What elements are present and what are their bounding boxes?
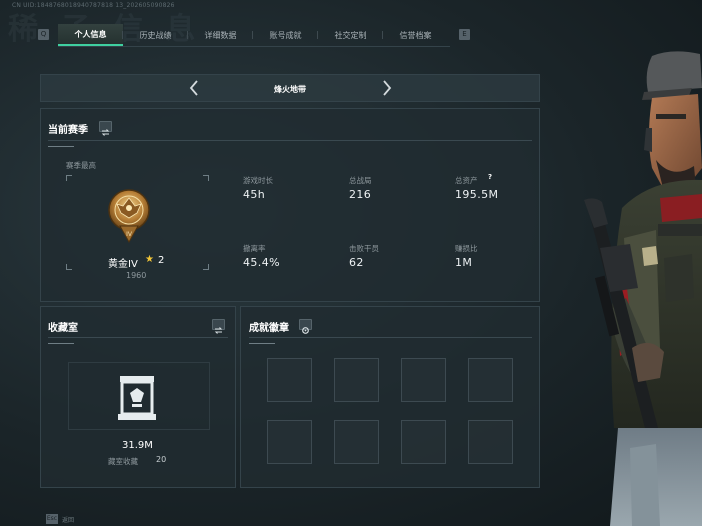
badge-slot[interactable] — [468, 420, 513, 464]
tab-account-achievements[interactable]: 账号成就 — [253, 24, 318, 46]
achievements-divider — [249, 337, 532, 338]
escape-key-hint[interactable]: Esc — [46, 514, 58, 524]
display-case-icon[interactable] — [116, 374, 158, 424]
season-title-divider — [48, 140, 532, 141]
rank-score: 1960 — [126, 271, 147, 280]
swap-icon[interactable] — [99, 121, 112, 136]
gold-rank-emblem-icon: IV — [106, 186, 152, 248]
stat-label-operators-defeated: 击败干员 — [349, 244, 379, 253]
back-label[interactable]: 返回 — [62, 515, 74, 524]
map-selector: 烽火地带 — [40, 74, 540, 102]
collection-divider — [48, 337, 228, 338]
collection-count: 20 — [156, 455, 167, 464]
next-tab-key-hint[interactable]: E — [459, 29, 470, 40]
accent-line — [48, 146, 74, 147]
stat-label-play-time: 游戏时长 — [243, 176, 273, 185]
stat-value-play-time: 45h — [243, 188, 266, 201]
tab-underline — [58, 46, 450, 47]
tab-detailed-data[interactable]: 详细数据 — [188, 24, 253, 46]
badge-slot[interactable] — [468, 358, 513, 402]
badge-slot[interactable] — [401, 420, 446, 464]
prev-tab-key-hint[interactable]: Q — [38, 29, 49, 40]
tab-bar: 个人信息 历史战绩 详细数据 账号成就 社交定制 信誉档案 — [58, 24, 448, 46]
gear-icon[interactable] — [299, 319, 312, 334]
badge-slot[interactable] — [334, 358, 379, 402]
season-title: 当前赛季 — [48, 125, 88, 136]
stat-label-total-assets: 总资产 — [455, 176, 478, 185]
stat-value-extraction-rate: 45.4% — [243, 256, 280, 269]
badge-slot[interactable] — [267, 358, 312, 402]
swap-icon[interactable] — [212, 319, 225, 334]
collection-title: 收藏室 — [48, 323, 78, 334]
tab-social-custom[interactable]: 社交定制 — [318, 24, 383, 46]
stat-label-extraction-rate: 撤离率 — [243, 244, 266, 253]
stat-label-total-matches: 总战局 — [349, 176, 372, 185]
rank-name: 黄金IV — [108, 259, 138, 270]
collection-count-label: 藏室收藏 — [108, 457, 138, 466]
stat-label-profit-loss-ratio: 赚损比 — [455, 244, 478, 253]
tab-match-history[interactable]: 历史战绩 — [123, 24, 188, 46]
svg-text:IV: IV — [126, 231, 133, 238]
chevron-right-icon[interactable] — [378, 78, 396, 98]
tab-personal-info[interactable]: 个人信息 — [58, 24, 123, 46]
achievements-title: 成就徽章 — [249, 323, 289, 334]
tab-credit-record[interactable]: 信誉档案 — [383, 24, 448, 46]
badge-slot[interactable] — [401, 358, 446, 402]
stat-value-total-assets: 195.5M — [455, 188, 499, 201]
star-icon: ★ — [145, 254, 154, 265]
rank-star-count: 2 — [158, 255, 165, 266]
stat-value-total-matches: 216 — [349, 188, 372, 201]
season-best-label: 赛季最高 — [66, 161, 96, 170]
stat-value-profit-loss-ratio: 1M — [455, 256, 473, 269]
accent-line — [48, 343, 74, 344]
badge-slot[interactable] — [334, 420, 379, 464]
stat-value-operators-defeated: 62 — [349, 256, 364, 269]
map-name: 烽火地带 — [274, 85, 306, 94]
accent-line — [249, 343, 275, 344]
collection-value: 31.9M — [122, 440, 153, 451]
badge-slot[interactable] — [267, 420, 312, 464]
help-icon[interactable]: ? — [488, 173, 492, 181]
operator-character-image — [560, 48, 702, 526]
